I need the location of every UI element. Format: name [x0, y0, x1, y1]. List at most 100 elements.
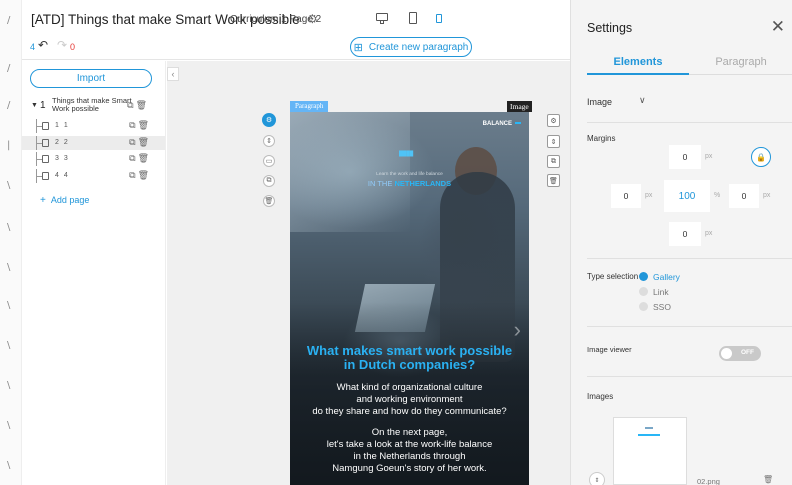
corner-label-text: BALANCE — [482, 121, 512, 127]
image-thumbnail[interactable] — [613, 417, 687, 485]
gutter-mark: \ — [7, 460, 11, 471]
image-body-2: On the next page, let's take a look at t… — [290, 427, 529, 475]
undo-count: 4 — [30, 42, 36, 52]
page-number: 1 1 — [55, 122, 68, 129]
gutter-mark: | — [7, 140, 11, 151]
margin-left-input[interactable]: 0 — [611, 184, 641, 208]
corner-label: BALANCE — [483, 121, 521, 127]
mobile-preview-icon[interactable] — [432, 11, 446, 25]
hero-line-prefix: IN THE — [367, 179, 395, 188]
copy-icon[interactable]: ⧉ — [129, 153, 137, 163]
page-row[interactable]: 3 3 ⧉🗑 — [22, 152, 165, 166]
trash-icon[interactable]: 🗑 — [138, 137, 151, 147]
lock-icon[interactable]: 🔒 — [751, 147, 771, 167]
move-paragraph-icon[interactable]: ⇕ — [263, 135, 275, 147]
expand-triangle-icon[interactable]: ▼ — [31, 102, 38, 109]
close-icon[interactable]: ✕ — [771, 17, 785, 37]
create-paragraph-label: Create new paragraph — [368, 41, 469, 53]
paragraph-settings-gear-icon[interactable]: ⚙ — [262, 113, 276, 127]
radio-link[interactable] — [639, 287, 648, 296]
radio-link-label[interactable]: Link — [653, 287, 669, 297]
gutter-mark: \ — [7, 380, 11, 391]
collapse-sidebar-chevron-icon[interactable]: ‹ — [167, 67, 179, 81]
page-icon — [42, 122, 49, 130]
margin-bottom-input[interactable]: 0 — [669, 222, 701, 246]
page-icon — [42, 139, 49, 147]
trash-icon[interactable]: 🗑 — [138, 153, 151, 163]
delete-paragraph-icon[interactable]: 🗑 — [263, 195, 275, 207]
image-viewer-toggle[interactable]: OFF — [719, 346, 761, 361]
width-unit: % — [714, 192, 721, 199]
tab-paragraph[interactable]: Paragraph — [689, 56, 792, 68]
margin-right-unit: px — [763, 192, 771, 199]
radio-sso[interactable] — [639, 302, 648, 311]
margin-right-input[interactable]: 0 — [729, 184, 759, 208]
trash-icon[interactable]: 🗑 — [138, 170, 151, 180]
copy-icon[interactable]: ⧉ — [129, 170, 137, 180]
toggle-state: OFF — [741, 349, 754, 356]
chevron-right-icon: › — [513, 317, 521, 342]
page-row-active[interactable]: 2 2 ⧉🗑 — [22, 136, 165, 150]
tab-elements[interactable]: Elements — [587, 56, 689, 68]
delete-image-trash-icon[interactable]: 🗑 — [763, 475, 773, 484]
add-page-button[interactable]: + Add page — [40, 195, 89, 206]
image-filename: 02.png — [697, 477, 720, 485]
redo-icon[interactable]: ↷ — [57, 38, 67, 52]
radio-gallery[interactable] — [639, 272, 648, 281]
settings-panel: Settings ✕ Elements Paragraph Image ∨ Ma… — [570, 0, 792, 485]
copy-icon[interactable]: ⧉ — [127, 100, 135, 110]
page-row[interactable]: 4 4 ⧉🗑 — [22, 169, 165, 183]
desktop-preview-icon[interactable] — [375, 11, 389, 25]
page-number: 4 4 — [55, 172, 68, 179]
move-element-icon[interactable]: ⇕ — [547, 135, 560, 148]
image-viewer-label: Image viewer — [587, 345, 632, 354]
delete-element-icon[interactable]: 🗑 — [547, 174, 560, 187]
settings-title: Settings — [587, 21, 633, 35]
copy-icon[interactable]: ⧉ — [129, 120, 137, 130]
margin-top-input[interactable]: 0 — [669, 145, 701, 169]
body-line: Namgung Goeun's story of her work. — [332, 463, 487, 474]
hero-subtitle: Learn the work and life balance — [376, 172, 443, 177]
chevron-down-icon[interactable]: ∨ — [639, 95, 646, 106]
plus-icon: + — [40, 195, 46, 206]
page-number: 2 2 — [55, 139, 68, 146]
radio-sso-label[interactable]: SSO — [653, 302, 671, 312]
copy-icon[interactable]: ⧉ — [129, 137, 137, 147]
editor-canvas: ‹ ⚙ ⇕ ▭ ⧉ 🗑 ⚙ ⇕ ⧉ 🗑 Paragraph Image BALA… — [167, 61, 570, 485]
duplicate-element-icon[interactable]: ⧉ — [547, 155, 560, 168]
selected-image-element[interactable]: BALANCE ████ Learn the work and life bal… — [290, 112, 529, 485]
editor-header: [ATD] Things that make Smart Work possib… — [22, 0, 570, 60]
reorder-image-icon[interactable]: ⇕ — [589, 472, 605, 485]
undo-icon[interactable]: ↶ — [38, 38, 48, 52]
add-paragraph-icon: ⊞ — [353, 41, 363, 54]
root-actions[interactable]: ⧉🗑 — [127, 100, 149, 111]
trash-icon[interactable]: 🗑 — [138, 120, 151, 130]
page-icon — [42, 172, 49, 180]
element-type-select[interactable]: Image — [587, 97, 612, 107]
tree-root-item[interactable]: ▼ 1 Things that make Smart Work possible… — [31, 97, 161, 119]
gutter-mark: \ — [7, 300, 11, 311]
tree-root-number: 1 — [40, 100, 46, 111]
images-label: Images — [587, 392, 614, 401]
image-body-1: What kind of organizational culture and … — [290, 382, 529, 418]
gutter-mark: \ — [7, 420, 11, 431]
margins-label: Margins — [587, 134, 616, 143]
gutter-mark: / — [7, 15, 11, 26]
type-selection-label: Type selection — [587, 272, 639, 281]
create-paragraph-button[interactable]: ⊞ Create new paragraph — [350, 37, 472, 57]
page-settings-gear-icon[interactable]: ⚙ — [307, 12, 318, 26]
comment-icon[interactable]: ▭ — [263, 155, 275, 167]
page-row[interactable]: 1 1 ⧉🗑 — [22, 119, 165, 133]
body-line: do they share and how do they communicat… — [312, 406, 507, 417]
image-tag: Image — [507, 101, 532, 112]
duplicate-paragraph-icon[interactable]: ⧉ — [263, 175, 275, 187]
tablet-preview-icon[interactable] — [406, 11, 420, 25]
import-button[interactable]: Import — [30, 69, 152, 88]
element-settings-gear-icon[interactable]: ⚙ — [547, 114, 560, 127]
radio-gallery-label[interactable]: Gallery — [653, 272, 680, 282]
trash-icon[interactable]: 🗑 — [136, 100, 149, 110]
width-percent-input[interactable]: 100 — [664, 180, 710, 212]
gutter-mark: \ — [7, 340, 11, 351]
gutter-mark: \ — [7, 222, 11, 233]
image-headline: What makes smart work possible in Dutch … — [290, 344, 529, 372]
